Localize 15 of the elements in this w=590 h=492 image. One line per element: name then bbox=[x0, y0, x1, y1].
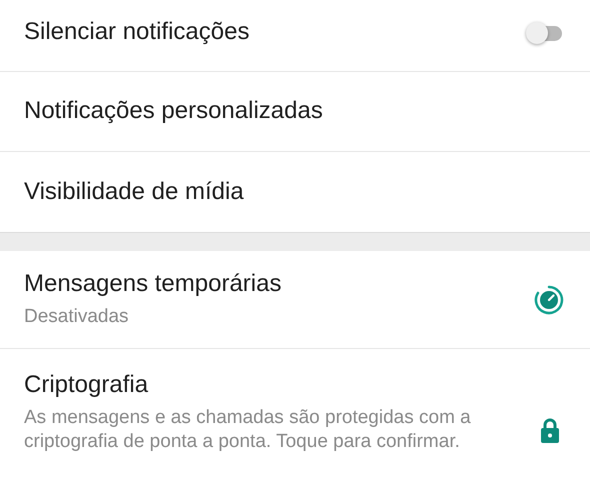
setting-title: Mensagens temporárias bbox=[24, 270, 282, 299]
settings-item[interactable]: Mensagens temporárias Desativadas bbox=[0, 251, 590, 349]
settings-item[interactable]: Visibilidade de mídia bbox=[0, 152, 590, 232]
setting-title: Silenciar notificações bbox=[24, 18, 250, 47]
setting-title: Criptografia bbox=[24, 371, 150, 400]
setting-title: Visibilidade de mídia bbox=[24, 178, 245, 206]
setting-description: As mensagens e as chamadas são protegidas com a criptografia de ponta a ponta. Toque para confirmar. bbox=[24, 406, 472, 454]
settings-item[interactable]: Notificações personalizadas bbox=[0, 72, 590, 152]
settings-item[interactable]: Silenciar notificações bbox=[0, 0, 590, 72]
setting-description: Desativadas bbox=[24, 304, 130, 329]
timer-icon bbox=[534, 284, 564, 314]
settings-item[interactable]: Criptografia As mensagens e as chamadas são protegidas com a criptografia de ponta a ponta. Toque para confirmar. bbox=[0, 349, 590, 491]
setting-title: Notificações personalizadas bbox=[24, 97, 324, 126]
lock-icon bbox=[540, 418, 560, 444]
toggle-switch[interactable] bbox=[526, 20, 564, 46]
